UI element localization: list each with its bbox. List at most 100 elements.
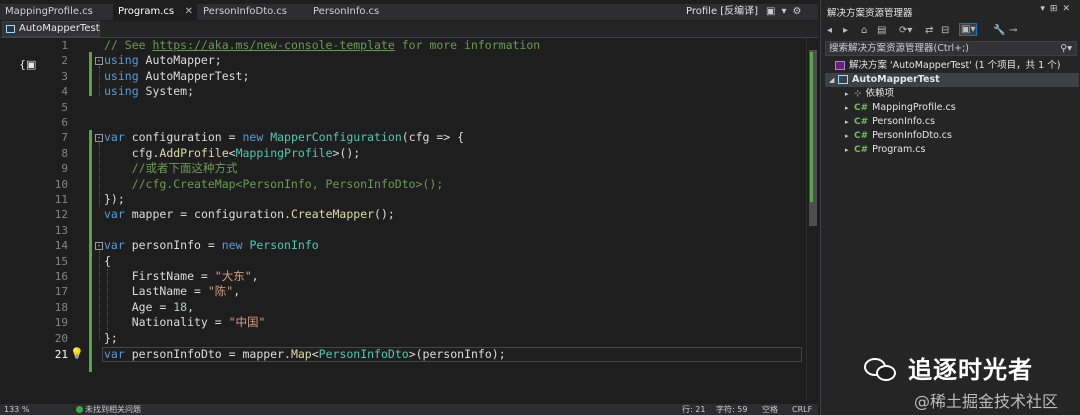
code-line-16: 16 FirstName = "大东", <box>0 269 806 284</box>
tree-item-label: PersonInfo.cs <box>872 116 936 127</box>
expand-arrow-icon[interactable]: ▸ <box>845 115 854 129</box>
switch-views-icon[interactable]: ▤ <box>877 25 886 36</box>
pending-changes-icon[interactable]: ⟳▾ <box>899 25 912 36</box>
code-line-17: 17 LastName = "陈", <box>0 284 806 299</box>
forward-icon[interactable]: ▸ <box>843 25 848 36</box>
csharp-file-icon: C# <box>854 117 869 127</box>
tree-item-label: Program.cs <box>872 144 926 155</box>
line-number: 19 <box>54 316 68 330</box>
tab-personinfo[interactable]: PersonInfo.cs <box>308 4 404 20</box>
editor-scrollbar[interactable] <box>806 38 819 401</box>
tree-item-project[interactable]: ◢ AutoMapperTest <box>825 73 1079 87</box>
profile-dropdown[interactable]: Profile [反编译] <box>686 4 758 20</box>
line-number: 9 <box>61 162 68 176</box>
code-line-20: 20}; <box>0 331 806 346</box>
document-tab-bar: MappingProfile.cs Program.cs ✕ PersonInfo… <box>0 4 818 20</box>
code-line-19: 19 Nationality = "中国" <box>0 315 806 330</box>
line-indicator[interactable]: 行: 21 <box>682 404 705 415</box>
tab-personinfodto[interactable]: PersonInfoDto.cs <box>198 4 306 20</box>
csharp-file-icon: C# <box>854 145 869 155</box>
line-number: 3 <box>61 69 68 83</box>
expand-arrow-icon[interactable]: ▸ <box>845 143 854 157</box>
expand-arrow-icon[interactable]: ▸ <box>845 101 854 115</box>
solution-explorer-toolbar: ◂ ▸ ⌂ ▤ ⟳▾ ⇄ ⊟ ▣▾ 🔧 ⊸ <box>821 20 1080 40</box>
line-number: 17 <box>54 285 68 299</box>
tree-item-personinfodto[interactable]: ▸ C# PersonInfoDto.cs <box>845 129 952 143</box>
solution-search-input[interactable]: 搜索解决方案资源管理器(Ctrl+;) ⚲▾ <box>825 41 1077 56</box>
editor-status-bar: 133 % 未找到相关问题 行: 21 字符: 59 空格 CRLF <box>0 404 818 415</box>
solution-explorer-title: 解决方案资源管理器 <box>827 8 913 19</box>
code-line-14: 14 var personInfo = new PersonInfo <box>0 238 806 253</box>
project-dropdown[interactable]: AutoMapperTest <box>2 21 100 37</box>
line-number: 1 <box>61 39 68 52</box>
search-placeholder: 搜索解决方案资源管理器(Ctrl+;) <box>829 43 969 54</box>
tab-label: PersonInfo.cs <box>313 6 380 17</box>
issues-indicator[interactable]: 未找到相关问题 <box>76 404 141 415</box>
line-number: 2 <box>61 54 68 68</box>
expand-arrow-icon[interactable]: ◢ <box>829 73 838 87</box>
properties-icon[interactable]: 🔧 <box>993 25 1005 36</box>
code-line-5: 5 <box>0 100 806 115</box>
tree-item-label: 依赖项 <box>865 88 895 99</box>
tab-program[interactable]: Program.cs ✕ <box>113 4 197 20</box>
solution-icon <box>835 61 845 70</box>
line-number: 12 <box>54 208 68 222</box>
whitespace-mode[interactable]: 空格 <box>762 404 778 415</box>
line-number: 7 <box>61 131 68 145</box>
line-number: 13 <box>54 223 68 237</box>
code-line-6: 6 <box>0 115 806 130</box>
project-icon <box>6 25 15 33</box>
expand-arrow-icon[interactable]: ▸ <box>845 87 854 101</box>
sync-icon[interactable]: ⇄ <box>925 25 933 36</box>
line-number: 11 <box>54 193 68 206</box>
tree-item-program[interactable]: ▸ C# Program.cs <box>845 143 925 157</box>
template-link[interactable]: https://aka.ms/new-console-template <box>152 38 394 52</box>
tab-mappingprofile[interactable]: MappingProfile.cs <box>0 4 112 20</box>
line-ending[interactable]: CRLF <box>792 404 812 415</box>
tab-label: Program.cs <box>118 6 175 17</box>
home-icon[interactable]: ⌂ <box>861 25 867 36</box>
csharp-file-icon: C# <box>854 131 869 141</box>
code-line-12: 12 var mapper = configuration.CreateMappe… <box>0 207 806 222</box>
csharp-file-icon: C# <box>854 103 869 113</box>
line-number: 15 <box>54 254 68 268</box>
scrollbar-change-marker <box>810 52 813 202</box>
pin-icon[interactable]: ⊸ <box>1009 25 1017 36</box>
search-icon[interactable]: ⚲▾ <box>1060 42 1072 55</box>
char-indicator[interactable]: 字符: 59 <box>716 404 747 415</box>
lightbulb-icon[interactable]: 💡 <box>70 348 84 360</box>
tree-item-personinfo[interactable]: ▸ C# PersonInfo.cs <box>845 115 935 129</box>
dependencies-icon: ⊹ <box>854 89 862 99</box>
tab-label: MappingProfile.cs <box>5 6 93 17</box>
code-line-21: 21 var personInfoDto = mapper.Map<PersonI… <box>0 347 806 362</box>
watermark: 追逐时光者 @稀土掘金技术社区 <box>862 346 1076 412</box>
line-number: 20 <box>54 331 68 345</box>
line-number: 5 <box>61 100 68 114</box>
check-icon <box>76 406 83 413</box>
wechat-icon <box>862 352 898 382</box>
code-line-8: 8 cfg.AddProfile<MappingProfile>(); <box>0 146 806 161</box>
pane-options-icons[interactable]: ▾⊞✕ <box>1040 4 1075 14</box>
close-icon[interactable]: ✕ <box>185 4 193 20</box>
project-dropdown-label: AutoMapperTest <box>19 23 100 34</box>
code-line-15: 15{ <box>0 254 806 269</box>
zoom-level[interactable]: 133 % <box>4 404 29 415</box>
code-line-7: 7 var configuration = new MapperConfigura… <box>0 130 806 145</box>
navigation-bar: AutoMapperTest <box>0 21 818 38</box>
preview-icon[interactable]: ▣▾ <box>959 23 978 36</box>
watermark-author: 追逐时光者 <box>908 356 1033 384</box>
tab-label: PersonInfoDto.cs <box>203 6 287 17</box>
code-line-4: 4 using System; <box>0 84 806 99</box>
project-icon <box>838 75 848 84</box>
tree-item-dependencies[interactable]: ▸ ⊹ 依赖项 <box>845 87 894 101</box>
line-number: 10 <box>54 177 68 191</box>
tree-item-solution[interactable]: 解决方案 'AutoMapperTest' (1 个项目，共 1 个) <box>835 59 1060 73</box>
collapse-all-icon[interactable]: ⊟ <box>941 25 949 36</box>
line-number: 21 <box>54 348 68 361</box>
code-line-18: 18 Age = 18, <box>0 300 806 315</box>
tab-options-icons[interactable]: ▣▾⚙ <box>766 4 807 20</box>
back-icon[interactable]: ◂ <box>827 25 832 36</box>
tree-item-mappingprofile[interactable]: ▸ C# MappingProfile.cs <box>845 101 956 115</box>
expand-arrow-icon[interactable]: ▸ <box>845 129 854 143</box>
code-editor[interactable]: - - - 1// See https://aka.ms/new-console… <box>0 38 806 401</box>
